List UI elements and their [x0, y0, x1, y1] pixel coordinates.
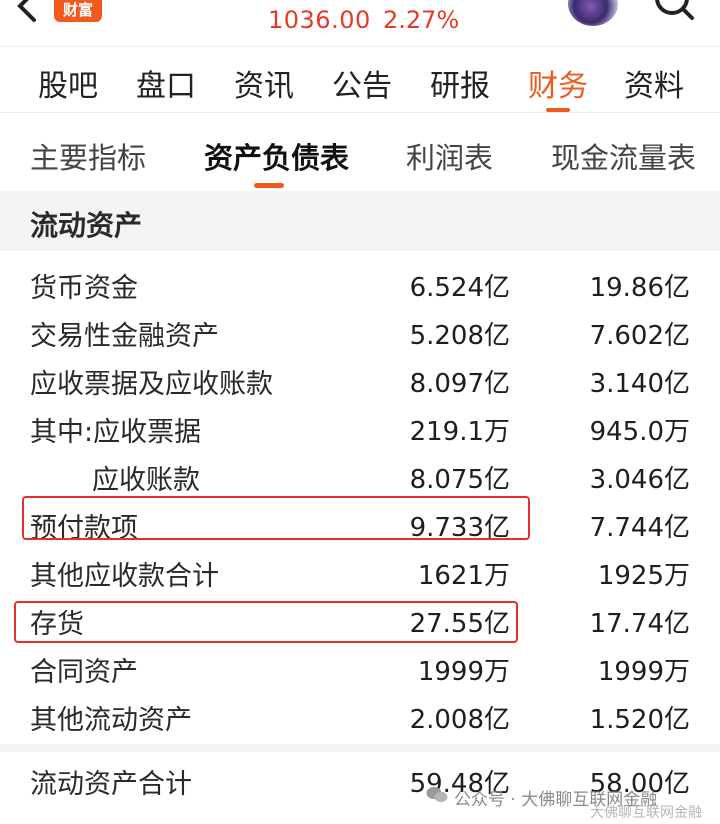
watermark-text-faint: 大佛聊互联网金融	[590, 805, 702, 821]
search-icon[interactable]	[650, 0, 696, 30]
row-label: 应收票据及应收账款	[30, 369, 273, 400]
row-value-2: 3.140亿	[589, 369, 690, 399]
tab-balance-sheet[interactable]: 资产负债表	[204, 135, 349, 177]
row-value-1: 8.075亿	[409, 465, 510, 495]
section-header: 流动资产	[0, 191, 720, 251]
main-tabs: 股吧 盘口 资讯 公告 研报 财务 资料	[0, 46, 720, 113]
row-value-1: 2.008亿	[409, 705, 510, 735]
row-label: 其中:应收票据	[30, 417, 202, 448]
row-value-1: 8.097亿	[409, 369, 510, 399]
avatar[interactable]	[568, 0, 618, 26]
stock-price: 1036.00	[268, 6, 371, 34]
wechat-icon	[426, 787, 448, 803]
table-row: 其中:应收票据 219.1万 945.0万	[0, 404, 720, 452]
sub-tabs: 主要指标 资产负债表 利润表 现金流量表	[0, 113, 720, 191]
row-value-2: 17.74亿	[589, 609, 690, 639]
row-label: 应收账款	[92, 465, 200, 496]
row-value-2: 1925万	[597, 561, 690, 591]
row-value-2: 19.86亿	[589, 273, 690, 303]
table-row: 应收账款 8.075亿 3.046亿	[0, 452, 720, 500]
row-label: 交易性金融资产	[30, 321, 219, 352]
table-row: 合同资产 1999万 1999万	[0, 644, 720, 692]
row-label: 其他流动资产	[30, 705, 192, 736]
total-label: 流动资产合计	[30, 769, 192, 800]
tab-key-indicators[interactable]: 主要指标	[30, 135, 146, 177]
tab-cash-flow[interactable]: 现金流量表	[551, 135, 696, 177]
section-title: 流动资产	[30, 209, 143, 242]
row-value-1: 1621万	[417, 561, 510, 591]
row-value-2: 1999万	[597, 657, 690, 687]
table-row: 货币资金 6.524亿 19.86亿	[0, 260, 720, 308]
divider	[0, 744, 720, 752]
row-value-1: 5.208亿	[409, 321, 510, 351]
row-value-2: 1.520亿	[589, 705, 690, 735]
row-value-2: 7.602亿	[589, 321, 690, 351]
tab-profile[interactable]: 资料	[624, 61, 684, 105]
tab-guba[interactable]: 股吧	[38, 61, 98, 105]
top-bar: 财富 1036.00 2.27%	[0, 0, 720, 46]
back-arrow-icon[interactable]	[4, 0, 44, 28]
row-value-2: 7.744亿	[589, 513, 690, 543]
row-label: 货币资金	[30, 273, 138, 304]
tab-research[interactable]: 研报	[430, 61, 490, 105]
table-row: 其他流动资产 2.008亿 1.520亿	[0, 692, 720, 740]
row-label: 合同资产	[30, 657, 138, 688]
row-value-1: 219.1万	[409, 417, 510, 447]
tab-income-statement[interactable]: 利润表	[406, 135, 493, 177]
brand-badge: 财富	[54, 0, 102, 22]
tab-announcements[interactable]: 公告	[332, 61, 392, 105]
row-value-2: 945.0万	[589, 417, 690, 447]
table-row: 交易性金融资产 5.208亿 7.602亿	[0, 308, 720, 356]
table-row: 应收票据及应收账款 8.097亿 3.140亿	[0, 356, 720, 404]
tab-news[interactable]: 资讯	[234, 61, 294, 105]
row-value-2: 3.046亿	[589, 465, 690, 495]
table-row: 其他应收款合计 1621万 1925万	[0, 548, 720, 596]
highlight-box-inventory	[14, 601, 518, 643]
row-label: 其他应收款合计	[30, 561, 219, 592]
tab-finance[interactable]: 财务	[528, 61, 588, 105]
row-value-1: 6.524亿	[409, 273, 510, 303]
tab-pankou[interactable]: 盘口	[136, 61, 196, 105]
change-percent: 2.27%	[383, 6, 460, 34]
highlight-box-prepayments	[22, 496, 530, 540]
row-value-1: 1999万	[417, 657, 510, 687]
sub-tab-indicator	[254, 183, 284, 188]
